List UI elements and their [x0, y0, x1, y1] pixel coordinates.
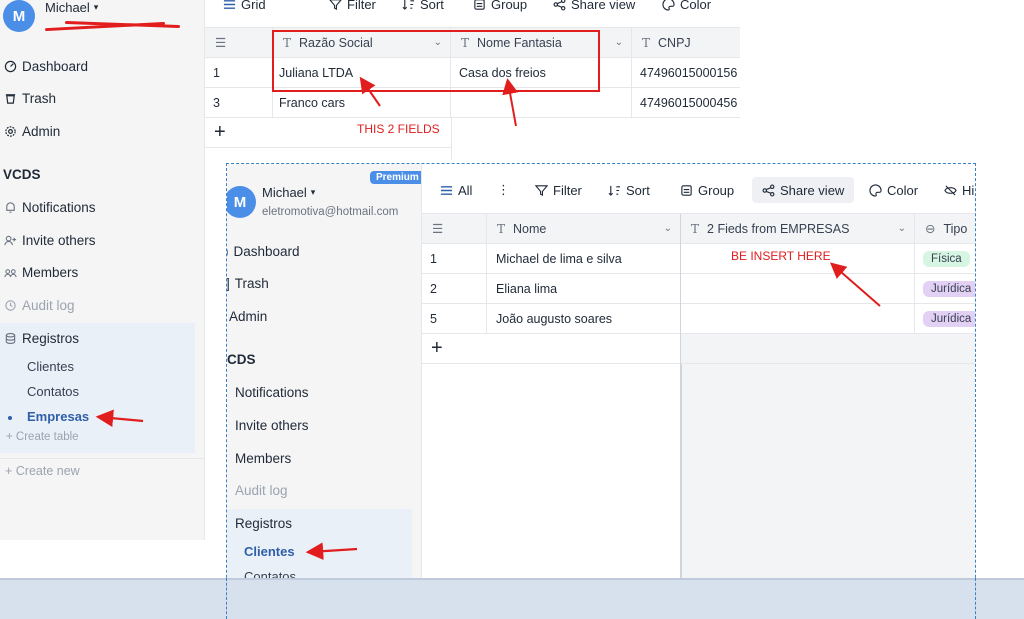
arrow [829, 262, 881, 307]
annotation-arrows-fg [305, 262, 881, 560]
arrow [305, 542, 358, 560]
screenshot-root: M Michael ▾ Dashboard Trash Admin VCDS N… [0, 0, 1024, 619]
selection-frame [226, 578, 976, 619]
